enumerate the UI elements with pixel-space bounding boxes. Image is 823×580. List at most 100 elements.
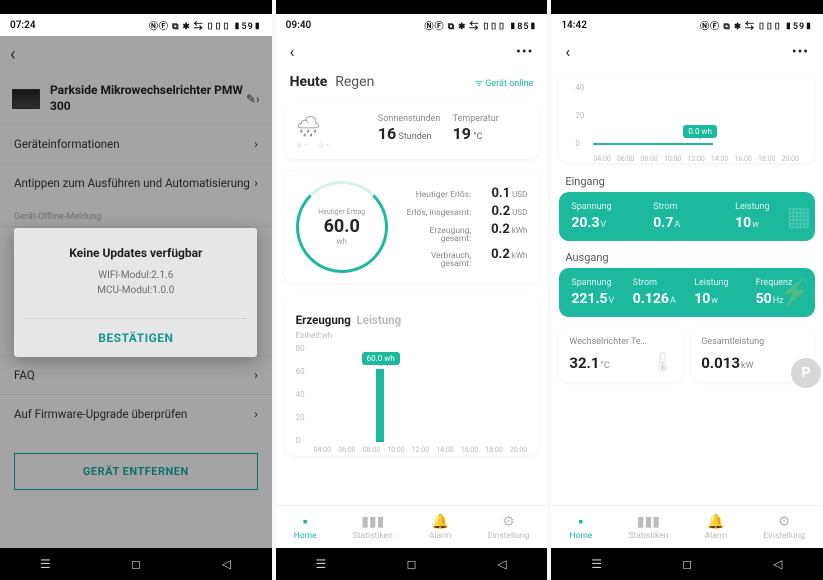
rain-icon: 🌧 xyxy=(296,114,378,138)
status-icons: ⓃⒻ ⧉ ✱ ⇆ ▯▯▯ ▮59▮ xyxy=(149,19,262,32)
status-bar: 07:24 ⓃⒻ ⧉ ✱ ⇆ ▯▯▯ ▮59▮ xyxy=(0,14,272,36)
phone-3-io-detail: 14:42 ⓃⒻ ⧉ ✱ ⇆ ▯▯▯ ▮59▮ ‹ ••• 40 20 0 0.… xyxy=(551,0,823,580)
device-online-badge: ᯤ Gerät online xyxy=(475,76,534,89)
nav-recent-icon[interactable]: ☰ xyxy=(36,557,54,571)
alarm-icon: 🔔 xyxy=(707,514,724,530)
today-label: Heute xyxy=(290,74,328,90)
bar-chart[interactable]: 80 60 40 20 0 60.0 wh 04:0006:0008:0010:… xyxy=(296,344,528,454)
status-bar: 09:40 ⓃⒻ ⧉ ✱ ⇆ ▯▯▯ ▮85▮ xyxy=(276,14,548,36)
chart-tooltip: 60.0 wh xyxy=(362,352,400,365)
home-icon: ▪ xyxy=(578,513,583,530)
notch-bar xyxy=(0,0,272,14)
gear-icon: ⚙ xyxy=(778,514,791,530)
tab-settings[interactable]: ⚙Einstellung xyxy=(763,514,805,541)
nav-back-icon[interactable]: ◁ xyxy=(769,557,787,571)
input-section-label: Eingang xyxy=(551,169,823,188)
home-icon: ▪ xyxy=(303,513,308,530)
ytick: 0 xyxy=(296,436,301,445)
tab-power[interactable]: Leistung xyxy=(357,313,402,327)
kv-list: Heutiger Erlös:0.1USD Erlös, insgesamt:0… xyxy=(400,183,528,272)
ytick: 60 xyxy=(296,367,305,376)
sunrise-icon: ☼ - xyxy=(296,140,308,149)
ytick: 20 xyxy=(296,413,305,422)
nav-home-icon[interactable]: ◻ xyxy=(678,557,696,571)
ytick: 20 xyxy=(575,111,584,120)
yield-ring: Heutiger Ertrag 60.0 wh xyxy=(296,181,388,273)
weather-label: Regen xyxy=(335,74,374,90)
temp-unit: °C xyxy=(473,132,482,142)
line-chart-card: 40 20 0 0.0 wh 04:0006:0008:0010:0012:00… xyxy=(559,73,815,163)
tab-bar: ▪Home ▮▮▮Statistiken 🔔Alarm ⚙Einstellung xyxy=(276,505,548,548)
gear-icon: ⚙ xyxy=(502,514,515,530)
back-icon[interactable]: ‹ xyxy=(290,42,295,61)
sunhours-value: 16 xyxy=(378,124,396,143)
ytick: 40 xyxy=(575,83,584,92)
more-icon[interactable]: ••• xyxy=(792,44,809,60)
thermometer-icon: 🌡 xyxy=(650,350,675,374)
nav-home-icon[interactable]: ◻ xyxy=(402,557,420,571)
nav-recent-icon[interactable]: ☰ xyxy=(588,557,606,571)
chart-tooltip: 0.0 wh xyxy=(683,125,717,138)
generation-chart-card: Erzeugung Leistung Einheit:wh 80 60 40 2… xyxy=(284,295,540,456)
android-navbar: ☰ ◻ ◁ xyxy=(551,548,823,580)
x-axis: 04:0006:0008:0010:0012:0014:0016:0018:00… xyxy=(593,155,799,163)
tab-settings[interactable]: ⚙Einstellung xyxy=(488,514,530,541)
tab-alarm[interactable]: 🔔Alarm xyxy=(705,514,728,541)
p-badge-icon: P xyxy=(791,358,821,388)
ring-unit: wh xyxy=(336,237,346,246)
status-time: 09:40 xyxy=(286,20,312,31)
temp-label: Temperatur xyxy=(453,114,528,124)
android-navbar: ☰ ◻ ◁ xyxy=(276,548,548,580)
android-navbar: ☰ ◻ ◁ xyxy=(0,548,272,580)
nav-recent-icon[interactable]: ☰ xyxy=(312,557,330,571)
tab-home[interactable]: ▪Home xyxy=(569,513,592,541)
weather-card: 🌧 ☼ -☼ - Sonnenstunden 16 Stunden Temper… xyxy=(284,104,540,159)
tab-home[interactable]: ▪Home xyxy=(294,513,317,541)
notch-bar xyxy=(551,0,823,14)
status-bar: 14:42 ⓃⒻ ⧉ ✱ ⇆ ▯▯▯ ▮59▮ xyxy=(551,14,823,36)
total-power-card: Gesamtleistung 0.013kW P xyxy=(691,327,815,382)
stats-icon: ▮▮▮ xyxy=(637,514,660,530)
modal-wifi-version: WIFI-Modul:2.1.6 xyxy=(24,268,247,283)
modal-overlay[interactable]: Keine Updates verfügbar WIFI-Modul:2.1.6… xyxy=(0,36,272,548)
no-updates-modal: Keine Updates verfügbar WIFI-Modul:2.1.6… xyxy=(14,228,257,357)
modal-confirm-button[interactable]: BESTÄTIGEN xyxy=(24,318,247,357)
nav-home-icon[interactable]: ◻ xyxy=(127,557,145,571)
ytick: 40 xyxy=(296,390,305,399)
modal-title: Keine Updates verfügbar xyxy=(24,246,247,260)
status-time: 07:24 xyxy=(10,20,36,31)
tab-alarm[interactable]: 🔔Alarm xyxy=(429,514,452,541)
status-icons: ⓃⒻ ⧉ ✱ ⇆ ▯▯▯ ▮85▮ xyxy=(425,19,538,32)
chart-unit-label: Einheit:wh xyxy=(296,331,528,340)
ring-label: Heutiger Ertrag xyxy=(318,208,365,216)
status-icons: ⓃⒻ ⧉ ✱ ⇆ ▯▯▯ ▮59▮ xyxy=(700,19,813,32)
more-icon[interactable]: ••• xyxy=(516,44,533,60)
nav-back-icon[interactable]: ◁ xyxy=(217,557,235,571)
back-icon[interactable]: ‹ xyxy=(565,42,570,61)
inverter-temp-card: Wechselrichter Te… 32.1°C 🌡 xyxy=(559,327,683,382)
output-card: Spannung221.5V Strom0.126A Leistung10w F… xyxy=(559,268,815,317)
sunhours-unit: Stunden xyxy=(398,132,431,142)
tab-stats[interactable]: ▮▮▮Statistiken xyxy=(353,514,393,541)
line-series xyxy=(593,143,713,145)
tab-stats[interactable]: ▮▮▮Statistiken xyxy=(628,514,668,541)
modal-mcu-version: MCU-Modul:1.0.0 xyxy=(24,283,247,298)
solar-panel-icon: ▦ xyxy=(786,202,811,232)
input-card: Spannung20.3V Strom0.7A Leistung10w ▦ xyxy=(559,192,815,241)
tab-generation[interactable]: Erzeugung xyxy=(296,313,351,327)
ytick: 80 xyxy=(296,344,305,353)
x-axis: 04:0006:0008:0010:0012:0014:0016:0018:00… xyxy=(314,446,528,454)
chart-bar xyxy=(376,369,384,442)
temp-value: 19 xyxy=(453,124,471,143)
ring-value: 60.0 xyxy=(324,216,360,237)
line-chart[interactable]: 40 20 0 0.0 wh 04:0006:0008:0010:0012:00… xyxy=(575,83,799,161)
status-time: 14:42 xyxy=(561,20,587,31)
tab-bar: ▪Home ▮▮▮Statistiken 🔔Alarm ⚙Einstellung xyxy=(551,505,823,548)
ytick: 0 xyxy=(575,139,580,148)
pole-icon: ⚡ xyxy=(779,278,811,308)
output-section-label: Ausgang xyxy=(551,245,823,264)
notch-bar xyxy=(276,0,548,14)
phone-2-home-dashboard: 09:40 ⓃⒻ ⧉ ✱ ⇆ ▯▯▯ ▮85▮ ‹ ••• Heute Rege… xyxy=(276,0,548,580)
nav-back-icon[interactable]: ◁ xyxy=(493,557,511,571)
sunset-icon: ☼ - xyxy=(317,140,329,149)
